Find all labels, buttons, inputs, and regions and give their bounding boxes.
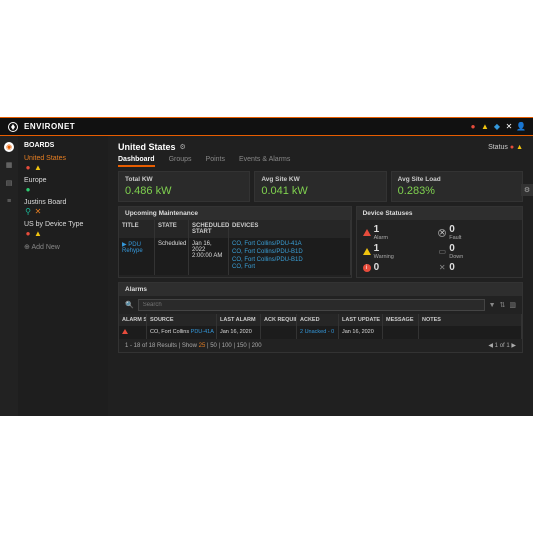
gear-icon[interactable]: ⚙ xyxy=(180,143,186,151)
upcoming-maintenance-panel: Upcoming Maintenance TITLE STATE SCHEDUL… xyxy=(118,206,352,278)
metric-avg-site-load: Avg Site Load 0.283% xyxy=(391,171,523,202)
device-statuses-panel: Device Statuses 1Alarm ✕ 0Fault 1Warni xyxy=(356,206,523,278)
ok-icon: ● xyxy=(24,185,32,193)
status-fault: ✕ 0Fault xyxy=(438,224,512,241)
alarms-search-input[interactable] xyxy=(138,299,485,311)
sidebar-item-europe[interactable]: Europe ● xyxy=(24,177,102,193)
filter-icon[interactable]: ▼ xyxy=(489,302,496,309)
metric-total-kw: Total KW 0.486 kW xyxy=(118,171,250,202)
metric-avg-site-kw: Avg Site KW 0.041 kW xyxy=(254,171,386,202)
main-content: ⚙ United States ⚙ Status ● ▲ Dashboard G… xyxy=(108,136,533,416)
app-window: ENVIRONET ● ▲ ◆ ✕ 👤 ◉ ▦ ▤ ≡ BOARDS Unite… xyxy=(0,117,533,416)
user-icon[interactable]: 👤 xyxy=(517,123,525,131)
device-link[interactable]: CO, Fort Collins/PDU-B1D xyxy=(232,257,347,265)
tab-dashboard[interactable]: Dashboard xyxy=(118,156,155,167)
alarm-row[interactable]: CO, Fort Collins PDU-41A Jan 16, 2020 2 … xyxy=(119,326,522,339)
tools-icon: ✕ xyxy=(34,207,42,215)
logo-icon xyxy=(8,122,18,132)
tools-icon: ✕ xyxy=(438,264,446,272)
alert-icon: ● xyxy=(24,229,32,237)
warning-icon xyxy=(363,248,371,255)
tab-groups[interactable]: Groups xyxy=(169,156,192,167)
add-new-board[interactable]: Add New xyxy=(24,243,102,251)
alarm-icon xyxy=(122,329,128,334)
alarms-footer: 1 - 18 of 18 Results | Show 25 | 50 | 10… xyxy=(119,339,522,352)
top-status-icons: ● ▲ ◆ ✕ 👤 xyxy=(469,123,525,131)
warning-icon[interactable]: ▲ xyxy=(481,123,489,131)
fault-icon: ✕ xyxy=(438,229,446,237)
columns-icon[interactable]: ▥ xyxy=(509,301,516,309)
search-icon: 🔍 xyxy=(125,301,134,309)
sidebar-item-us-device[interactable]: US by Device Type ●▲ xyxy=(24,221,102,237)
info-icon[interactable]: ◆ xyxy=(493,123,501,131)
rail-boards-icon[interactable]: ◉ xyxy=(4,142,14,152)
maintenance-row[interactable]: ▶ PDU Rehype Scheduled Jan 16, 2022 2:00… xyxy=(119,238,351,275)
sidebar-item-justins[interactable]: Justins Board ⚲✕ xyxy=(24,199,102,215)
rail-list-icon[interactable]: ≡ xyxy=(4,196,14,206)
link-icon: ⚲ xyxy=(24,207,32,215)
page-prev[interactable]: ◀ xyxy=(488,343,493,349)
brand-name: ENVIRONET xyxy=(24,122,75,131)
nav-rail: ◉ ▦ ▤ ≡ xyxy=(0,136,18,416)
device-link[interactable]: CO, Fort Collins/PDU-41A xyxy=(232,241,347,249)
down-icon: ▭ xyxy=(438,248,446,256)
tabs: Dashboard Groups Points Events & Alarms xyxy=(108,154,533,171)
sidebar-title: BOARDS xyxy=(24,142,102,149)
sidebar-item-us[interactable]: United States ●▲ xyxy=(24,155,102,171)
alarms-panel: Alarms 🔍 ▼ ⇅ ▥ ALARM STATE SOURCE LAST A… xyxy=(118,282,523,353)
alarm-icon xyxy=(363,229,371,236)
status-warning: 1Warning xyxy=(363,243,437,260)
alert-icon[interactable]: ● xyxy=(469,123,477,131)
tab-points[interactable]: Points xyxy=(206,156,225,167)
device-link[interactable]: CO, Fort Collins/PDU-B1D xyxy=(232,249,347,257)
warning-icon: ▲ xyxy=(34,229,42,237)
warning-icon: ▲ xyxy=(34,163,42,171)
device-link[interactable]: CO, Fort xyxy=(232,264,347,272)
status-alarm: 1Alarm xyxy=(363,224,437,241)
status-label: Status ● ▲ xyxy=(488,144,523,151)
rail-map-icon[interactable]: ▦ xyxy=(4,160,14,170)
rail-chart-icon[interactable]: ▤ xyxy=(4,178,14,188)
status-info: i 0 xyxy=(363,262,437,273)
tools-icon[interactable]: ✕ xyxy=(505,123,513,131)
page-title: United States xyxy=(118,142,176,152)
settings-button[interactable]: ⚙ xyxy=(521,184,533,196)
page-next[interactable]: ▶ xyxy=(511,343,516,349)
tab-events[interactable]: Events & Alarms xyxy=(239,156,290,167)
status-maint: ✕ 0 xyxy=(438,262,512,273)
status-down: ▭ 0Down xyxy=(438,243,512,260)
info-icon: i xyxy=(363,264,371,272)
sort-icon[interactable]: ⇅ xyxy=(500,301,506,309)
alert-icon: ● xyxy=(24,163,32,171)
top-bar: ENVIRONET ● ▲ ◆ ✕ 👤 xyxy=(0,118,533,136)
sidebar: BOARDS United States ●▲ Europe ● Justins… xyxy=(18,136,108,416)
